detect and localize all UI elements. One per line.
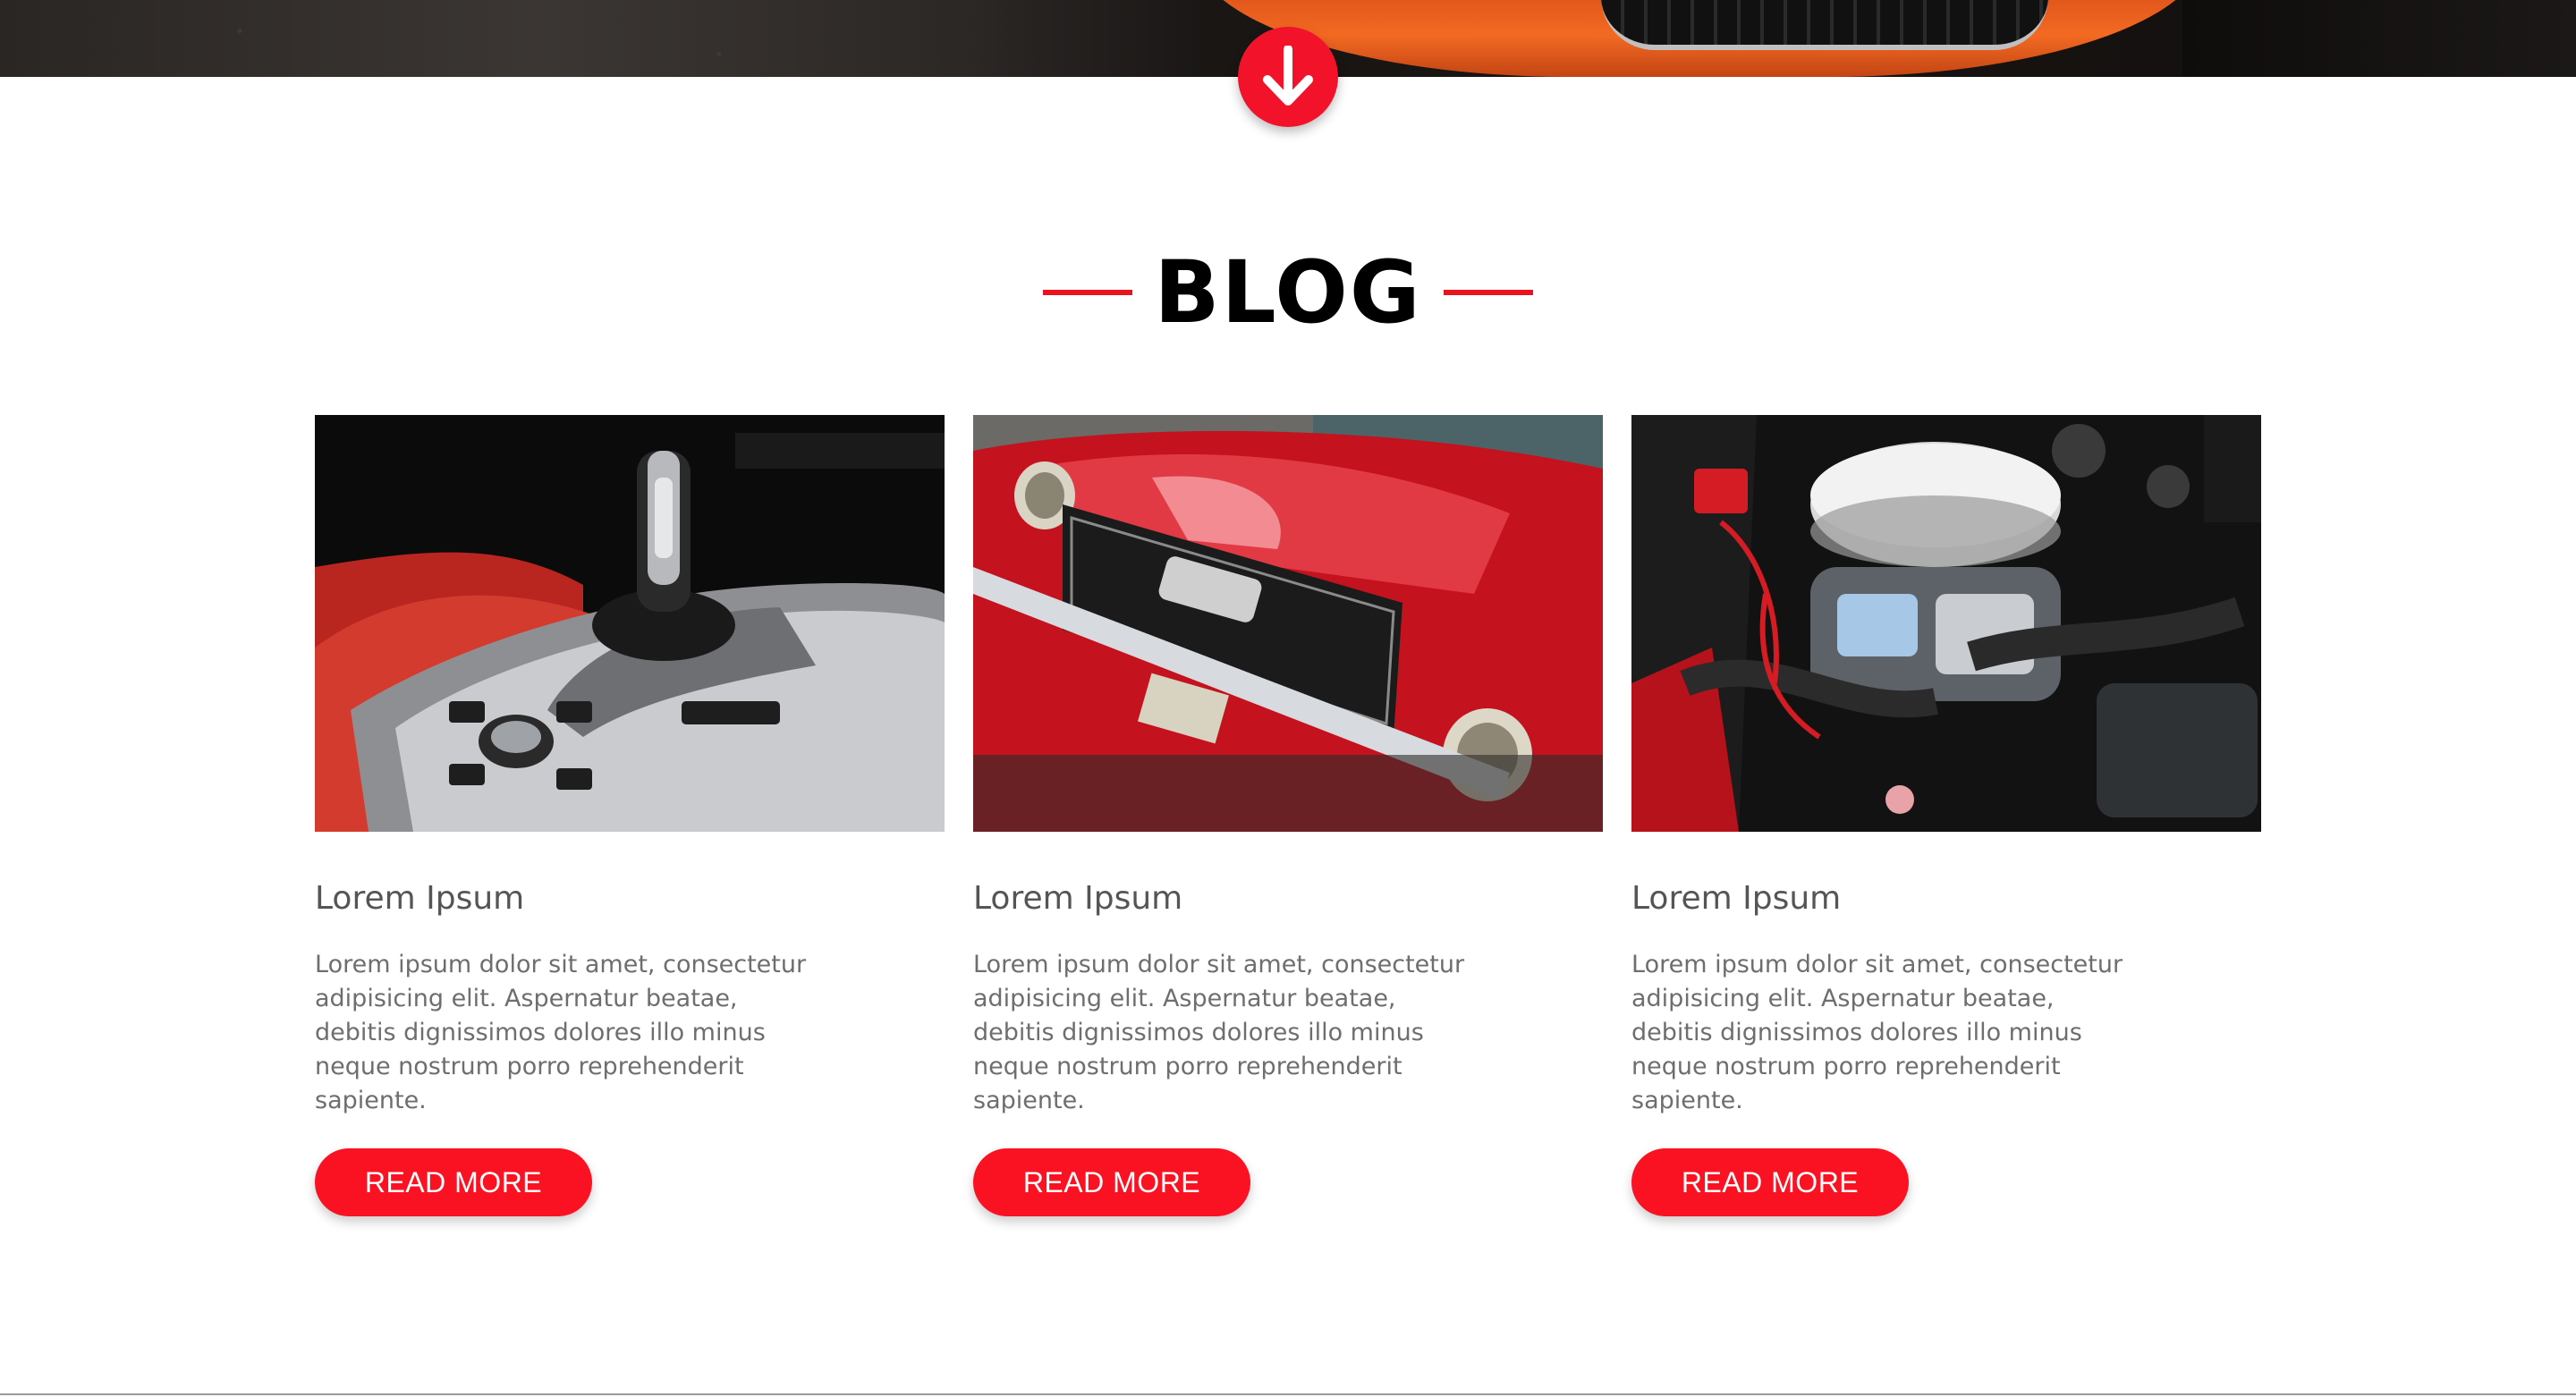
blog-card-image[interactable] [315,415,945,832]
blog-card-image[interactable] [973,415,1603,832]
heading-rule-right [1443,290,1533,295]
blog-card: Lorem Ipsum Lorem ipsum dolor sit amet, … [1631,415,2261,1220]
blog-card-excerpt: Lorem ipsum dolor sit amet, consectetur … [315,951,807,1114]
blog-card-image[interactable] [1631,415,2261,832]
blog-heading: BLOG [0,243,2576,342]
hero-asphalt [0,0,1199,77]
read-more-button[interactable]: READ MORE [1631,1148,1909,1216]
blog-card-title: Lorem Ipsum [1631,880,1842,917]
blog-card-title: Lorem Ipsum [973,880,1183,917]
read-more-button[interactable]: READ MORE [973,1148,1250,1216]
blog-card: Lorem Ipsum Lorem ipsum dolor sit amet, … [315,415,945,1220]
page: BLOG Lorem Ipsum Lorem ipsum dolor sit a… [0,0,2576,1397]
hero-shadow [2182,0,2576,77]
arrow-down-icon [1263,46,1313,106]
hero-car-grille [1601,0,2048,50]
scroll-down-button[interactable] [1238,27,1338,127]
blog-card-title: Lorem Ipsum [315,880,525,917]
heading-rule-left [1043,290,1133,295]
blog-card: Lorem Ipsum Lorem ipsum dolor sit amet, … [973,415,1603,1220]
read-more-button[interactable]: READ MORE [315,1148,592,1216]
blog-card-list: Lorem Ipsum Lorem ipsum dolor sit amet, … [315,415,2261,1220]
blog-card-excerpt: Lorem ipsum dolor sit amet, consectetur … [1631,951,2123,1114]
footer-divider [0,1393,2576,1395]
section-title: BLOG [1154,242,1422,343]
blog-card-excerpt: Lorem ipsum dolor sit amet, consectetur … [973,951,1465,1114]
